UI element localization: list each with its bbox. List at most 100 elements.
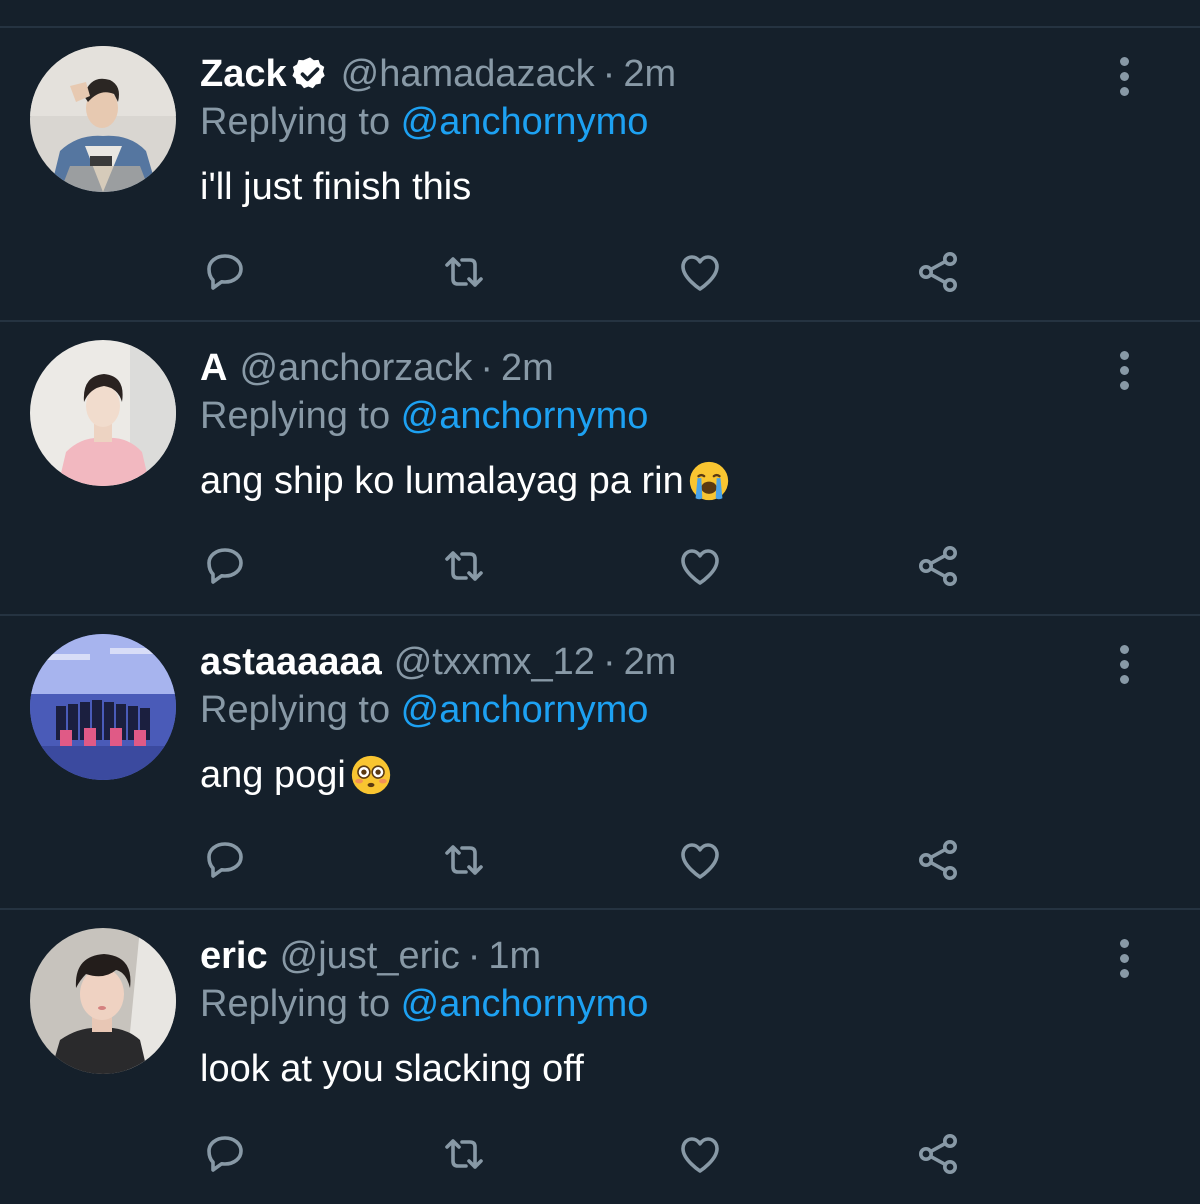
like-button[interactable] xyxy=(672,1126,728,1182)
tweet[interactable]: Zack @hamadazack · 2m Replying to @ancho… xyxy=(0,28,1200,322)
share-icon xyxy=(919,252,957,292)
like-button[interactable] xyxy=(672,832,728,888)
replying-to: Replying to @anchornymo xyxy=(200,394,648,438)
heart-icon xyxy=(681,549,719,585)
flushed-face-icon xyxy=(348,752,394,798)
reply-bubble-icon xyxy=(207,1136,243,1172)
reply-button[interactable] xyxy=(197,538,253,594)
more-vertical-icon xyxy=(1119,71,1129,81)
like-button[interactable] xyxy=(672,538,728,594)
tweet[interactable]: astaaaaaa @txxmx_12 · 2m Replying to @an… xyxy=(0,616,1200,910)
heart-icon xyxy=(681,1137,719,1173)
mention-link[interactable]: @anchornymo xyxy=(401,395,649,437)
replying-prefix: Replying to xyxy=(200,689,401,731)
tweet[interactable]: A @anchorzack · 2m Replying to @anchorny… xyxy=(0,322,1200,616)
action-bar xyxy=(0,832,1200,888)
reply-button[interactable] xyxy=(197,832,253,888)
timestamp[interactable]: 2m xyxy=(623,52,676,96)
separator-dot: · xyxy=(480,347,494,389)
heart-icon xyxy=(681,255,719,291)
display-name[interactable]: A xyxy=(200,346,227,390)
display-name[interactable]: astaaaaaa xyxy=(200,640,382,684)
tweet-text: ang ship ko lumalayag pa rin xyxy=(200,458,732,504)
reply-bubble-icon xyxy=(207,548,243,584)
reply-button[interactable] xyxy=(197,1126,253,1182)
tweet[interactable]: eric @just_eric · 1m Replying to @anchor… xyxy=(0,910,1200,1204)
action-bar xyxy=(0,244,1200,300)
retweet-button[interactable] xyxy=(436,538,492,594)
tweet-header: Zack @hamadazack · 2m xyxy=(200,52,676,96)
more-vertical-icon xyxy=(1119,644,1129,654)
share-button[interactable] xyxy=(910,832,966,888)
retweet-icon xyxy=(445,845,483,875)
heart-icon xyxy=(681,843,719,879)
tweet-header: astaaaaaa @txxmx_12 · 2m xyxy=(200,640,676,684)
retweet-icon xyxy=(445,551,483,581)
more-vertical-icon xyxy=(1119,938,1129,948)
more-vertical-icon xyxy=(1119,365,1129,375)
action-bar xyxy=(0,1126,1200,1182)
more-options-button[interactable] xyxy=(1108,638,1140,690)
more-vertical-icon xyxy=(1119,953,1129,963)
mention-link[interactable]: @anchornymo xyxy=(401,101,649,143)
avatar[interactable] xyxy=(30,634,176,780)
reply-button[interactable] xyxy=(197,244,253,300)
user-handle[interactable]: @just_eric xyxy=(280,934,460,978)
share-icon xyxy=(919,546,957,586)
more-vertical-icon xyxy=(1119,86,1129,96)
share-icon xyxy=(919,1134,957,1174)
timestamp[interactable]: 2m xyxy=(501,346,554,390)
separator-dot: · xyxy=(467,935,481,977)
tweet-text: ang pogi xyxy=(200,752,394,798)
separator-dot: · xyxy=(602,641,616,683)
separator-dot: · xyxy=(602,53,616,95)
tweet-body: ang pogi xyxy=(200,754,346,796)
retweet-button[interactable] xyxy=(436,1126,492,1182)
display-name[interactable]: Zack xyxy=(200,52,287,96)
replying-prefix: Replying to xyxy=(200,983,401,1025)
retweet-icon xyxy=(445,1139,483,1169)
replying-to: Replying to @anchornymo xyxy=(200,100,648,144)
replying-prefix: Replying to xyxy=(200,395,401,437)
avatar[interactable] xyxy=(30,928,176,1074)
avatar[interactable] xyxy=(30,46,176,192)
reply-feed: Zack @hamadazack · 2m Replying to @ancho… xyxy=(0,28,1200,1204)
tweet-text: look at you slacking off xyxy=(200,1046,584,1092)
mention-link[interactable]: @anchornymo xyxy=(401,689,649,731)
replying-to: Replying to @anchornymo xyxy=(200,982,648,1026)
verified-badge-icon xyxy=(291,55,329,93)
loudly-crying-face-icon xyxy=(686,458,732,504)
more-options-button[interactable] xyxy=(1108,932,1140,984)
share-button[interactable] xyxy=(910,1126,966,1182)
more-vertical-icon xyxy=(1119,380,1129,390)
timestamp[interactable]: 2m xyxy=(624,640,677,684)
user-handle[interactable]: @hamadazack xyxy=(341,52,595,96)
like-button[interactable] xyxy=(672,244,728,300)
retweet-button[interactable] xyxy=(436,244,492,300)
share-button[interactable] xyxy=(910,538,966,594)
tweet-text: i'll just finish this xyxy=(200,164,471,210)
more-vertical-icon xyxy=(1119,674,1129,684)
user-handle[interactable]: @anchorzack xyxy=(239,346,472,390)
more-vertical-icon xyxy=(1119,968,1129,978)
share-icon xyxy=(919,840,957,880)
tweet-body: ang ship ko lumalayag pa rin xyxy=(200,460,684,502)
tweet-header: eric @just_eric · 1m xyxy=(200,934,541,978)
more-options-button[interactable] xyxy=(1108,50,1140,102)
mention-link[interactable]: @anchornymo xyxy=(401,983,649,1025)
tweet-body: look at you slacking off xyxy=(200,1048,584,1090)
tweet-body: i'll just finish this xyxy=(200,166,472,208)
more-vertical-icon xyxy=(1119,56,1129,66)
timestamp[interactable]: 1m xyxy=(488,934,541,978)
retweet-button[interactable] xyxy=(436,832,492,888)
replying-to: Replying to @anchornymo xyxy=(200,688,648,732)
share-button[interactable] xyxy=(910,244,966,300)
user-handle[interactable]: @txxmx_12 xyxy=(394,640,595,684)
reply-bubble-icon xyxy=(207,842,243,878)
avatar[interactable] xyxy=(30,340,176,486)
more-vertical-icon xyxy=(1119,350,1129,360)
display-name[interactable]: eric xyxy=(200,934,268,978)
more-options-button[interactable] xyxy=(1108,344,1140,396)
retweet-icon xyxy=(445,257,483,287)
action-bar xyxy=(0,538,1200,594)
